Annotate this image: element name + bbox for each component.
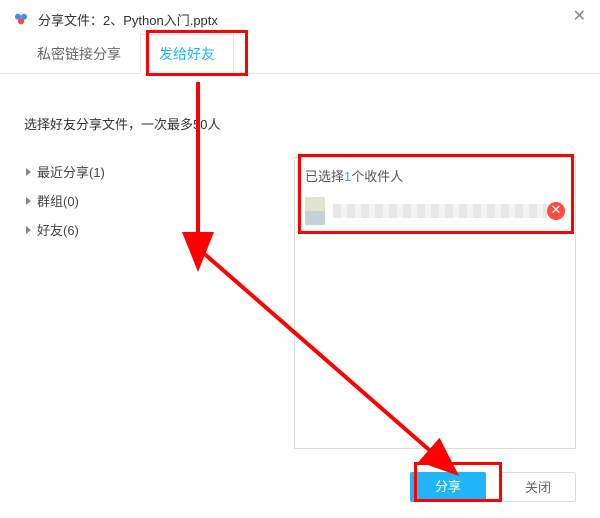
caret-icon [26,226,31,234]
close-button[interactable]: 关闭 [500,472,576,502]
recipient-row: ✕ [305,193,565,229]
titlebar: 分享文件：2、Python入门.pptx [0,0,600,34]
selected-prefix: 已选择 [305,169,344,184]
baidu-cloud-icon [12,10,30,28]
tab-private-link[interactable]: 私密链接分享 [18,34,140,73]
tree-recent-share[interactable]: 最近分享(1) [24,157,274,186]
window-title: 分享文件：2、Python入门.pptx [38,10,218,29]
close-icon[interactable]: ✕ [573,6,586,26]
instruction-text: 选择好友分享文件，一次最多50人 [0,104,600,137]
tree-friends[interactable]: 好友(6) [24,215,274,244]
tree-label: 好友(6) [37,220,79,239]
selected-count-text: 已选择1个收件人 [305,166,565,185]
caret-icon [26,168,31,176]
tabs: 私密链接分享 发给好友 [0,34,600,74]
recipients-panel: 已选择1个收件人 ✕ [294,157,576,449]
tab-send-friends[interactable]: 发给好友 [140,34,234,74]
tree-label: 群组(0) [37,191,79,210]
footer-buttons: 分享 关闭 [410,472,576,502]
share-button[interactable]: 分享 [410,472,486,502]
remove-recipient-icon[interactable]: ✕ [547,202,565,220]
tree-label: 最近分享(1) [37,162,105,181]
recipient-name [333,204,547,218]
recipients-panel-wrapper: 已选择1个收件人 ✕ [294,157,576,449]
caret-icon [26,197,31,205]
avatar [305,197,325,225]
friend-tree: 最近分享(1) 群组(0) 好友(6) [24,157,274,449]
tree-groups[interactable]: 群组(0) [24,186,274,215]
content-area: 最近分享(1) 群组(0) 好友(6) 已选择1个收件人 ✕ [0,137,600,459]
selected-suffix: 个收件人 [351,169,403,184]
